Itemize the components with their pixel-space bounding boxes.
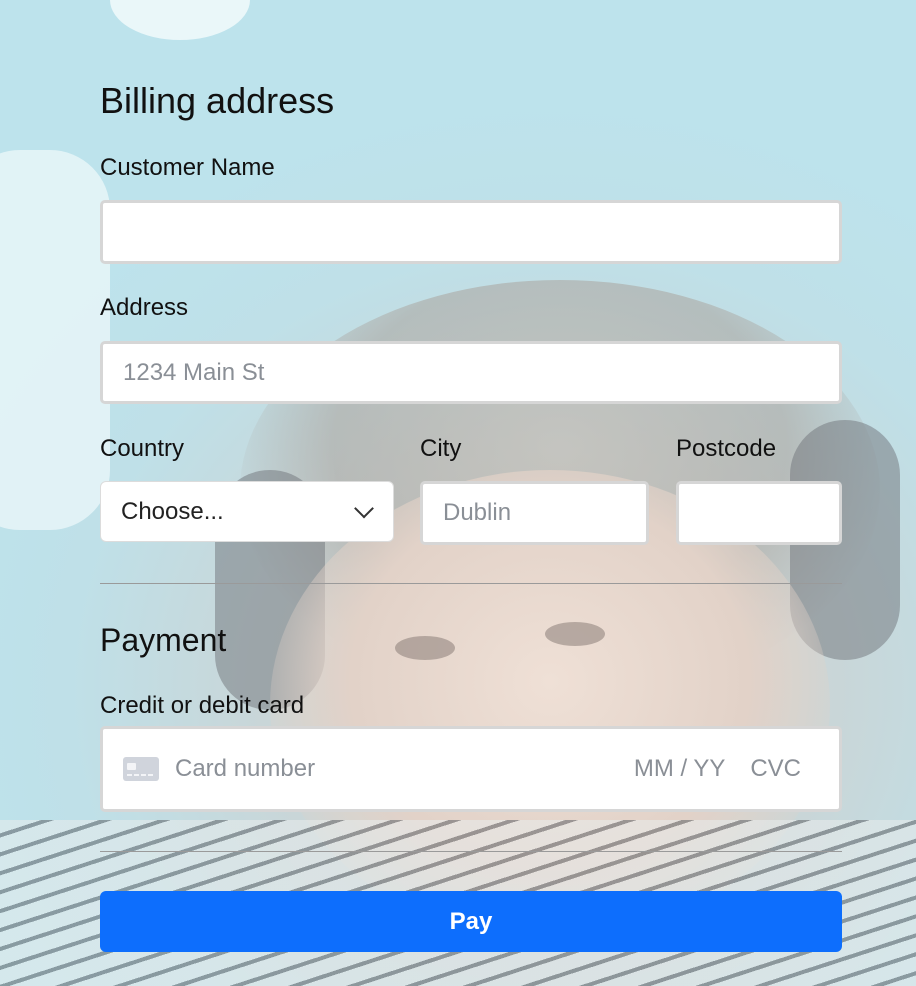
expiry-placeholder: MM / YY <box>633 755 725 782</box>
country-select[interactable]: Choose... <box>100 481 394 542</box>
postcode-label: Postcode <box>676 435 777 462</box>
card-input[interactable]: Card number MM / YY CVC <box>100 726 842 812</box>
city-input[interactable]: Dublin <box>420 481 649 545</box>
payment-divider <box>100 851 842 852</box>
customer-name-input[interactable] <box>100 200 842 264</box>
customer-name-label: Customer Name <box>100 154 275 181</box>
chevron-down-icon <box>354 498 374 518</box>
postcode-input[interactable] <box>676 481 842 545</box>
address-placeholder: 1234 Main St <box>123 358 265 386</box>
card-label: Credit or debit card <box>100 692 305 719</box>
address-label: Address <box>100 294 189 321</box>
credit-card-icon <box>123 757 159 781</box>
cvc-placeholder: CVC <box>750 755 801 782</box>
pay-button[interactable]: Pay <box>100 891 842 952</box>
card-number-placeholder: Card number <box>175 755 316 782</box>
card-expiry-cvc: MM / YY CVC <box>634 755 801 783</box>
country-label: Country <box>100 435 185 462</box>
country-selected-value: Choose... <box>121 497 224 525</box>
city-label: City <box>420 435 462 462</box>
city-placeholder: Dublin <box>443 499 512 526</box>
payment-heading: Payment <box>100 622 227 658</box>
billing-heading: Billing address <box>100 80 335 121</box>
address-input[interactable]: 1234 Main St <box>100 341 842 404</box>
section-divider <box>100 583 842 584</box>
